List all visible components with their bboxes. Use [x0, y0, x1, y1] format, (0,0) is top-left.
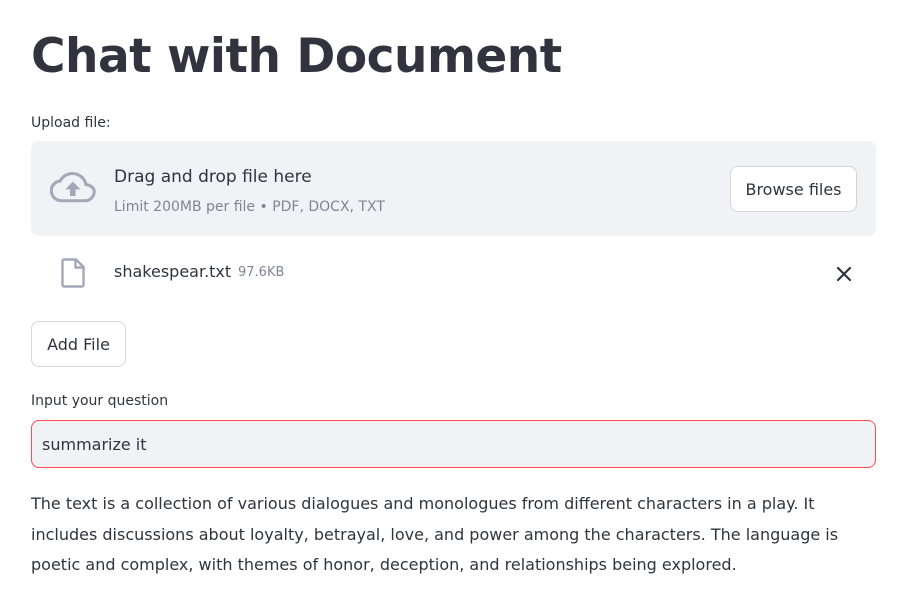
browse-files-button[interactable]: Browse files: [730, 166, 857, 212]
add-file-button[interactable]: Add File: [31, 321, 126, 367]
question-label: Input your question: [31, 393, 169, 409]
uploaded-file-size: 97.6KB: [238, 265, 285, 280]
answer-text: The text is a collection of various dial…: [31, 494, 839, 574]
file-dropzone[interactable]: Drag and drop file here Limit 200MB per …: [31, 141, 876, 236]
close-icon[interactable]: [832, 262, 856, 286]
question-input[interactable]: [31, 420, 876, 468]
upload-label: Upload file:: [31, 115, 111, 131]
dropzone-instructions: Drag and drop file here: [114, 167, 312, 187]
uploaded-file-name: shakespear.txt: [114, 262, 232, 281]
dropzone-limits: Limit 200MB per file • PDF, DOCX, TXT: [114, 199, 385, 215]
page-title: Chat with Document: [31, 29, 562, 84]
cloud-upload-icon: [50, 171, 96, 203]
file-icon: [61, 258, 85, 288]
uploaded-file-item: shakespear.txt 97.6KB: [31, 252, 876, 296]
